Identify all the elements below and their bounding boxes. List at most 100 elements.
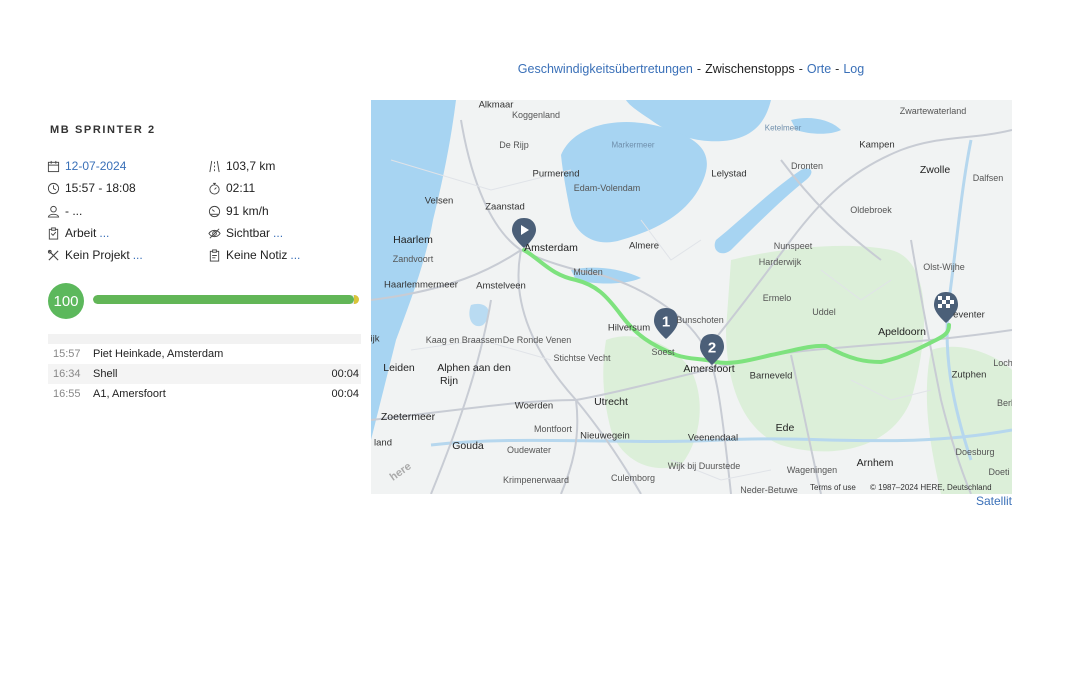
note-icon bbox=[209, 248, 220, 262]
trip-driver[interactable]: - ... bbox=[65, 204, 82, 218]
map-label: Zoetermeer bbox=[380, 411, 436, 423]
stops-list: 15:57 Piet Heinkade, Amsterdam 16:34 She… bbox=[48, 334, 361, 404]
map-label: Barneveld bbox=[749, 370, 793, 382]
map-label: De Rijp bbox=[499, 140, 529, 150]
score-bar-end bbox=[354, 295, 359, 304]
map-label: Alkmaar bbox=[478, 100, 514, 111]
trip-note-row: Keine Notiz ... bbox=[208, 246, 300, 264]
road-icon bbox=[209, 160, 220, 172]
trip-note: Keine Notiz bbox=[226, 248, 288, 262]
stop-marker-1-label[interactable]: 1 bbox=[662, 314, 670, 331]
map-label: Gouda bbox=[452, 440, 484, 452]
map-label: Dalfsen bbox=[972, 173, 1004, 183]
trip-speed-row: 91 km/h bbox=[208, 202, 269, 220]
map-label: Zaanstad bbox=[485, 201, 525, 213]
stops-list-rows: 15:57 Piet Heinkade, Amsterdam 16:34 She… bbox=[48, 344, 361, 404]
stopwatch-icon bbox=[209, 182, 220, 195]
trip-visibility-edit[interactable]: ... bbox=[273, 226, 283, 240]
map-label: Ermelo bbox=[762, 293, 792, 303]
list-item[interactable]: 16:34 Shell 00:04 bbox=[48, 364, 361, 384]
sea-area bbox=[371, 100, 456, 440]
trip-category-edit[interactable]: ... bbox=[99, 226, 109, 240]
stop-time: 15:57 bbox=[53, 348, 81, 360]
tools-icon bbox=[47, 249, 59, 261]
map-label: Doeti bbox=[988, 467, 1010, 477]
satellite-toggle[interactable]: Satellit bbox=[976, 494, 1012, 508]
map-label: Nieuwegein bbox=[580, 430, 630, 442]
map-label: Bunschoten bbox=[676, 315, 724, 325]
route-map[interactable]: 1 2 Alkmaar Koggenland De Rijp Purmerend… bbox=[371, 100, 1012, 494]
tab-places[interactable]: Orte bbox=[807, 62, 831, 76]
trip-date-link[interactable]: 12-07-2024 bbox=[65, 159, 126, 173]
clipboard-icon bbox=[48, 226, 59, 240]
map-label: Harderwijk bbox=[758, 257, 802, 267]
tab-separator: - bbox=[696, 62, 702, 76]
speedometer-icon bbox=[208, 205, 221, 217]
map-label: Stichtse Vecht bbox=[553, 353, 611, 363]
map-label: Almere bbox=[628, 240, 660, 252]
map-label: Berl bbox=[996, 398, 1012, 408]
map-label: Kampen bbox=[859, 139, 895, 151]
trip-date-row: 12-07-2024 bbox=[47, 157, 126, 175]
map-label: Markermeer bbox=[611, 140, 655, 150]
map-label: Wageningen bbox=[786, 465, 838, 475]
trip-category-row: Arbeit ... bbox=[47, 224, 109, 242]
map-label: Loch bbox=[993, 358, 1012, 368]
map-label: Culemborg bbox=[610, 473, 656, 483]
map-label: Oldebroek bbox=[850, 205, 892, 215]
trip-distance: 103,7 km bbox=[226, 159, 276, 173]
map-label: Haarlem bbox=[393, 234, 433, 246]
map-label: Utrecht bbox=[594, 396, 628, 408]
map-label: Zwolle bbox=[919, 164, 951, 176]
map-label: Soest bbox=[651, 347, 675, 357]
map-label: Rijn bbox=[439, 375, 459, 387]
map-label: Haarlemmermeer bbox=[384, 279, 458, 291]
tab-log[interactable]: Log bbox=[843, 62, 864, 76]
map-label: Amsterdam bbox=[524, 242, 578, 254]
tab-speeding[interactable]: Geschwindigkeitsübertretungen bbox=[518, 62, 693, 76]
map-label: Leiden bbox=[383, 362, 415, 374]
list-item[interactable]: 16:55 A1, Amersfoort 00:04 bbox=[48, 384, 361, 404]
map-label: Krimpenerwaard bbox=[502, 475, 570, 485]
trip-project-edit[interactable]: ... bbox=[133, 248, 143, 262]
trip-driver-row: - ... bbox=[47, 202, 82, 220]
map-label: eventer bbox=[953, 309, 985, 321]
trip-distance-row: 103,7 km bbox=[208, 157, 275, 175]
map-label: Ketelmeer bbox=[764, 123, 802, 133]
trip-note-edit[interactable]: ... bbox=[290, 248, 300, 262]
map-label: Nunspeet bbox=[773, 241, 813, 251]
calendar-icon bbox=[47, 160, 60, 172]
score-badge: 100 bbox=[48, 283, 84, 319]
map-label: Zutphen bbox=[951, 369, 987, 381]
tab-separator: - bbox=[835, 62, 840, 76]
stop-name: Piet Heinkade, Amsterdam bbox=[93, 348, 224, 360]
trip-project-row: Kein Projekt ... bbox=[47, 246, 143, 264]
map-label: Dronten bbox=[790, 161, 824, 171]
map-label: Muiden bbox=[573, 267, 603, 277]
map-label: Wijk bij Duurstede bbox=[667, 461, 741, 471]
stop-duration: 00:04 bbox=[331, 368, 359, 380]
trip-time-row: 15:57 - 18:08 bbox=[47, 179, 136, 197]
stops-list-header bbox=[48, 334, 361, 344]
trip-duration-row: 02:11 bbox=[208, 179, 255, 197]
user-icon bbox=[47, 205, 60, 218]
map-label: Oudewater bbox=[506, 445, 552, 455]
tab-separator: - bbox=[798, 62, 803, 76]
map-label: land bbox=[374, 437, 392, 449]
tab-stops[interactable]: Zwischenstopps bbox=[705, 62, 795, 76]
stop-name: A1, Amersfoort bbox=[93, 388, 166, 400]
list-item[interactable]: 15:57 Piet Heinkade, Amsterdam bbox=[48, 344, 361, 364]
map-label: Woerden bbox=[514, 400, 554, 412]
trip-duration: 02:11 bbox=[226, 181, 256, 195]
map-label: Hilversum bbox=[607, 322, 651, 334]
map-label: Koggenland bbox=[511, 110, 561, 120]
stop-time: 16:34 bbox=[53, 368, 81, 380]
map-label: Zwartewaterland bbox=[899, 106, 967, 116]
map-label: Montfoort bbox=[533, 424, 573, 434]
stop-marker-2-label[interactable]: 2 bbox=[708, 340, 716, 357]
map-label: Purmerend bbox=[532, 168, 580, 180]
map-label: Olst-Wijhe bbox=[923, 262, 965, 272]
map-label: Velsen bbox=[424, 195, 454, 207]
trip-project: Kein Projekt bbox=[65, 248, 130, 262]
map-terms-link[interactable]: Terms of use bbox=[810, 483, 856, 492]
